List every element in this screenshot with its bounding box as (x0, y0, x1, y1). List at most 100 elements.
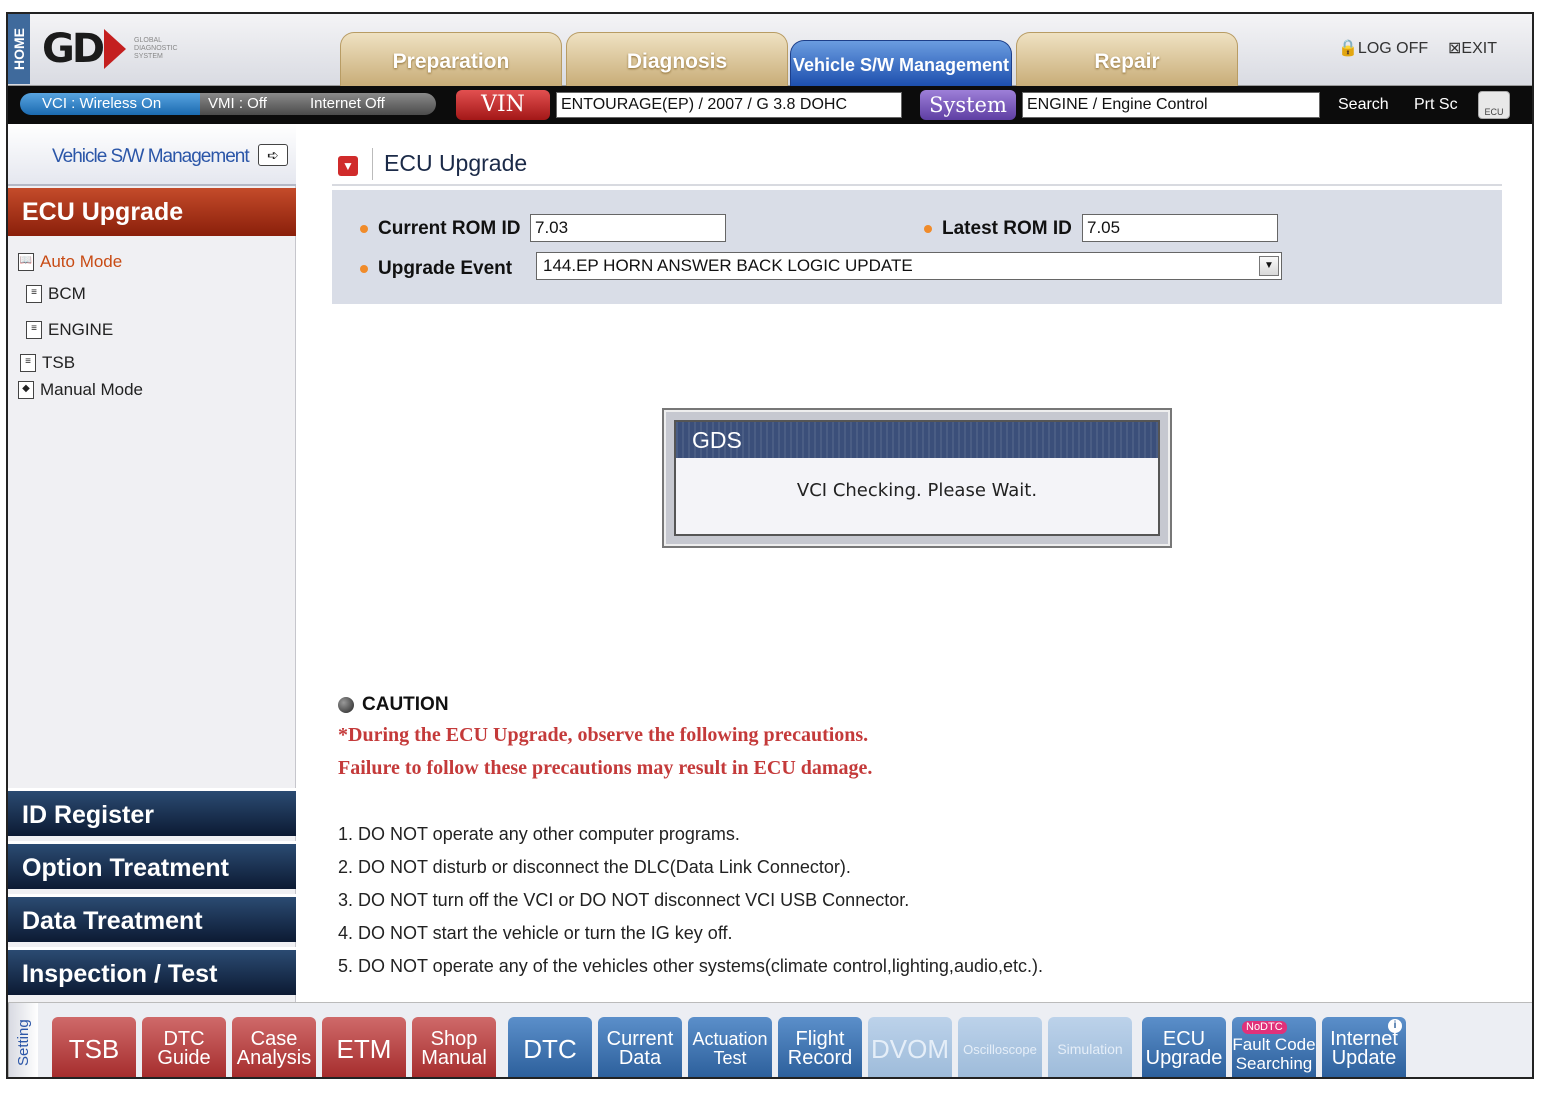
sidebar-category-id-register[interactable]: ID Register (8, 788, 296, 836)
oscilloscope-button[interactable]: Oscilloscope (958, 1017, 1042, 1077)
tree-item-tsb[interactable]: ≡ TSB (20, 353, 75, 373)
exit-label: EXIT (1461, 40, 1497, 57)
tsb-button[interactable]: TSB (52, 1017, 136, 1077)
fault-code-searching-button[interactable]: NoDTC Fault Code Searching (1232, 1017, 1316, 1077)
current-rom-field: 7.03 (530, 214, 726, 242)
current-rom-label-text: Current ROM ID (378, 218, 521, 239)
caution-line: Failure to follow these precautions may … (338, 757, 873, 779)
internet-update-button[interactable]: i Internet Update (1322, 1017, 1406, 1077)
tab-diagnosis[interactable]: Diagnosis (566, 32, 788, 86)
page-title: ECU Upgrade (384, 150, 528, 176)
lock-icon: 🔒 (1338, 40, 1358, 57)
tree-item-manual-mode[interactable]: ◆ Manual Mode (18, 380, 143, 400)
tree-item-engine[interactable]: ≡ ENGINE (26, 320, 113, 340)
upgrade-event-value: 144.EP HORN ANSWER BACK LOGIC UPDATE (543, 256, 913, 275)
bullet-icon (924, 225, 932, 233)
tab-repair[interactable]: Repair (1016, 32, 1238, 86)
tree-item-label: Auto Mode (40, 252, 123, 271)
precaution-item: 1. DO NOT operate any other computer pro… (338, 824, 740, 844)
bottom-function-bar: Setting TSB DTC Guide Case Analysis ETM … (8, 1002, 1532, 1077)
document-icon: ≡ (26, 285, 42, 303)
internet-update-label: Internet Update (1330, 1028, 1398, 1069)
header: HOME GD GLOBAL DIAGNOSTIC SYSTEM Prepara… (8, 14, 1532, 86)
logo-mark-icon (104, 29, 127, 69)
exit-button[interactable]: ⊠EXIT (1448, 38, 1497, 58)
sidebar-section-ecu-upgrade[interactable]: ECU Upgrade (8, 188, 296, 236)
precaution-item: 2. DO NOT disturb or disconnect the DLC(… (338, 857, 851, 877)
latest-rom-label: Latest ROM ID (924, 218, 1072, 240)
system-value-field: ENGINE / Engine Control (1022, 92, 1320, 118)
dtc-button[interactable]: DTC (508, 1017, 592, 1077)
status-toolbar: VCI : Wireless On VMI : Off Internet Off… (8, 86, 1532, 124)
sidebar-category-inspection-test[interactable]: Inspection / Test (8, 947, 296, 995)
vci-status[interactable]: VCI : Wireless On (20, 93, 200, 115)
forward-arrow-icon[interactable]: ➪ (258, 144, 288, 166)
upgrade-event-select[interactable]: 144.EP HORN ANSWER BACK LOGIC UPDATE ▼ (536, 252, 1282, 280)
ecu-upgrade-button[interactable]: ECU Upgrade (1142, 1017, 1226, 1077)
tree-item-auto-mode[interactable]: 📖 Auto Mode (18, 252, 122, 272)
caution-line: *During the ECU Upgrade, observe the fol… (338, 724, 869, 746)
bullet-icon (360, 225, 368, 233)
search-button[interactable]: Search (1338, 96, 1389, 114)
precaution-item: 5. DO NOT operate any of the vehicles ot… (338, 956, 1043, 976)
log-off-button[interactable]: 🔒LOG OFF (1338, 38, 1428, 58)
dvom-button[interactable]: DVOM (868, 1017, 952, 1077)
close-box-icon: ⊠ (1448, 40, 1462, 57)
home-tab[interactable]: HOME (8, 14, 30, 84)
tree-item-label: Manual Mode (40, 380, 144, 399)
current-rom-label: Current ROM ID (360, 218, 521, 240)
dtc-guide-button[interactable]: DTC Guide (142, 1017, 226, 1077)
system-button[interactable]: System (920, 90, 1016, 120)
tree-item-label: BCM (48, 284, 86, 303)
vci-checking-dialog: GDS VCI Checking. Please Wait. (662, 408, 1172, 548)
logo-subtitle: GLOBAL DIAGNOSTIC SYSTEM (134, 37, 178, 60)
flight-record-button[interactable]: Flight Record (778, 1017, 862, 1077)
tree-item-label: TSB (42, 353, 76, 372)
tab-vehicle-sw-management[interactable]: Vehicle S/W Management (790, 40, 1012, 86)
tab-preparation[interactable]: Preparation (340, 32, 562, 86)
caution-heading-text: CAUTION (362, 694, 449, 715)
vmi-status[interactable]: VMI : Off (200, 93, 302, 115)
etm-button[interactable]: ETM (322, 1017, 406, 1077)
sidebar-header: Vehicle S/W Management ➪ (8, 124, 296, 186)
case-analysis-button[interactable]: Case Analysis (232, 1017, 316, 1077)
logo-text: GD (42, 26, 105, 72)
current-data-button[interactable]: Current Data (598, 1017, 682, 1077)
actuation-test-button[interactable]: Actuation Test (688, 1017, 772, 1077)
no-dtc-badge: NoDTC (1242, 1021, 1287, 1034)
precaution-item: 4. DO NOT start the vehicle or turn the … (338, 923, 733, 943)
info-icon: i (1388, 1019, 1402, 1033)
sidebar: Vehicle S/W Management ➪ ECU Upgrade 📖 A… (8, 124, 296, 1002)
gds-window: HOME GD GLOBAL DIAGNOSTIC SYSTEM Prepara… (6, 12, 1534, 1079)
dialog-body: GDS VCI Checking. Please Wait. (674, 420, 1160, 536)
sidebar-category-option-treatment[interactable]: Option Treatment (8, 841, 296, 889)
bullet-icon (360, 265, 368, 273)
dialog-title: GDS (676, 422, 1158, 458)
shop-manual-button[interactable]: Shop Manual (412, 1017, 496, 1077)
precaution-item: 3. DO NOT turn off the VCI or DO NOT dis… (338, 890, 910, 910)
print-screen-button[interactable]: Prt Sc (1414, 96, 1458, 114)
setting-tab[interactable]: Setting (8, 1003, 38, 1077)
book-icon: 📖 (18, 253, 34, 271)
ecu-icon[interactable]: ECU (1478, 91, 1510, 119)
dropdown-arrow-icon[interactable]: ▼ (1259, 256, 1279, 276)
upgrade-event-label: Upgrade Event (360, 258, 512, 280)
latest-rom-field: 7.05 (1082, 214, 1278, 242)
upgrade-event-label-text: Upgrade Event (378, 258, 513, 279)
caution-bullet-icon (338, 697, 354, 713)
simulation-button[interactable]: Simulation (1048, 1017, 1132, 1077)
vin-value-field: ENTOURAGE(EP) / 2007 / G 3.8 DOHC (556, 92, 902, 118)
collapse-icon[interactable]: ▼ (338, 156, 358, 176)
dialog-message: VCI Checking. Please Wait. (796, 480, 1038, 501)
tree-item-label: ENGINE (48, 320, 114, 339)
document-icon: ≡ (26, 321, 42, 339)
vin-button[interactable]: VIN (456, 90, 550, 120)
internet-status[interactable]: Internet Off (302, 93, 436, 115)
sidebar-category-data-treatment[interactable]: Data Treatment (8, 894, 296, 942)
gds-logo: GD GLOBAL DIAGNOSTIC SYSTEM (42, 24, 196, 74)
content-title-bar: ▼ ECU Upgrade (332, 142, 1502, 186)
diamond-icon: ◆ (18, 381, 34, 399)
log-off-label: LOG OFF (1357, 40, 1429, 57)
tree-item-bcm[interactable]: ≡ BCM (26, 284, 86, 304)
fault-code-searching-label: Fault Code Searching (1232, 1035, 1316, 1073)
